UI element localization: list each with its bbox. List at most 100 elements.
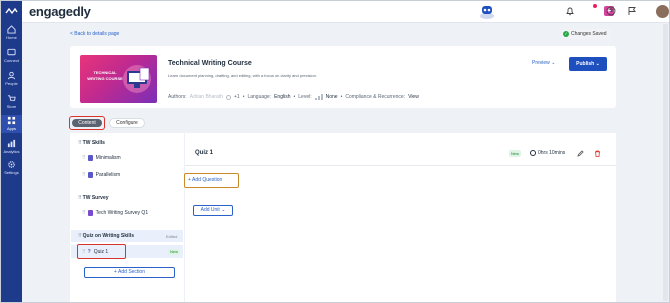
side-nav: Home Connect People Store Apps Analytics… bbox=[1, 1, 22, 302]
chevron-down-icon: ⌄ bbox=[551, 60, 556, 66]
quiz-icon: ? bbox=[87, 249, 91, 255]
preview-button[interactable]: Preview ⌄ bbox=[532, 60, 555, 66]
level-value: None bbox=[325, 94, 338, 100]
language-value: English bbox=[274, 94, 291, 100]
compliance-link[interactable]: View bbox=[408, 94, 419, 100]
editor-title: Quiz 1 bbox=[195, 150, 214, 156]
drag-handle-icon[interactable]: ⠿ bbox=[78, 233, 82, 239]
duration-value: 0hrs 10mins bbox=[538, 150, 566, 156]
section-title: TW Survey bbox=[82, 195, 109, 201]
save-status: ✓ Changes Saved bbox=[561, 29, 611, 39]
notification-badge bbox=[593, 4, 597, 8]
author-avatar bbox=[225, 94, 231, 100]
add-question-button[interactable]: + Add Question bbox=[188, 176, 222, 185]
back-link[interactable]: < Back to details page bbox=[70, 31, 119, 37]
drag-handle-icon[interactable]: ⠿ bbox=[82, 155, 86, 161]
apps-grid-icon bbox=[7, 116, 16, 125]
home-icon bbox=[7, 25, 16, 34]
scrollbar[interactable] bbox=[663, 24, 668, 301]
chevron-down-icon: ⌄ bbox=[221, 207, 226, 213]
drag-handle-icon[interactable]: ⠿ bbox=[82, 210, 86, 216]
course-title: Technical Writing Course bbox=[168, 60, 252, 67]
level-label: Level: bbox=[298, 94, 312, 100]
new-badge: New bbox=[509, 150, 522, 157]
nav-item-home[interactable]: Home bbox=[1, 25, 22, 41]
course-description: Learn document planning, drafting, and e… bbox=[168, 73, 317, 78]
nav-item-settings[interactable]: Settings bbox=[1, 160, 22, 176]
nav-label-connect: Connect bbox=[4, 58, 19, 63]
nav-item-analytics[interactable]: Analytics bbox=[1, 139, 22, 155]
add-unit-button[interactable]: Add Unit ⌄ bbox=[193, 205, 233, 216]
edit-icon[interactable] bbox=[577, 150, 584, 157]
outline-item[interactable]: ⠿ Minimalism bbox=[82, 155, 121, 161]
survey-icon bbox=[87, 210, 93, 216]
meta-separator: • bbox=[340, 94, 343, 100]
editor-panel bbox=[185, 133, 616, 302]
nav-label-apps: Apps bbox=[6, 126, 17, 131]
nav-label-store: Store bbox=[6, 104, 17, 109]
user-avatar[interactable] bbox=[656, 5, 669, 18]
assistant-bot-icon[interactable] bbox=[479, 4, 495, 20]
nav-label-people: People bbox=[5, 81, 18, 86]
meta-separator: • bbox=[293, 94, 296, 100]
clock-icon bbox=[530, 150, 536, 156]
course-thumbnail: TECHNICAL WRITING COURSE bbox=[80, 55, 157, 103]
add-section-button[interactable]: + Add Section bbox=[84, 267, 175, 278]
new-badge: New bbox=[168, 249, 181, 255]
people-icon bbox=[7, 71, 16, 80]
author-extra[interactable]: +1 bbox=[234, 94, 240, 100]
monitor-illustration-icon bbox=[123, 65, 151, 93]
drag-handle-icon[interactable]: ⠿ bbox=[78, 195, 82, 201]
bell-icon[interactable] bbox=[565, 6, 575, 16]
compliance-label: Compliance & Recurrence: bbox=[345, 94, 406, 100]
gear-icon bbox=[8, 161, 15, 168]
document-icon bbox=[87, 155, 93, 161]
meta-separator: • bbox=[242, 94, 245, 100]
nav-item-apps[interactable]: Apps bbox=[1, 115, 22, 133]
top-bar: engagedly + bbox=[22, 1, 669, 23]
nav-item-connect[interactable]: Connect bbox=[1, 48, 22, 64]
document-icon bbox=[87, 172, 93, 178]
section-title: Quiz on Writing Skills bbox=[82, 233, 134, 239]
flag-icon[interactable] bbox=[627, 6, 637, 16]
outline-section[interactable]: ⠿ Quiz on Writing Skills bbox=[78, 233, 134, 239]
nav-label-settings: Settings bbox=[4, 170, 19, 175]
cart-icon bbox=[7, 95, 16, 101]
section-status: Edited bbox=[166, 234, 178, 239]
outline-section[interactable]: ⠿ TW Skills bbox=[78, 140, 105, 146]
drag-handle-icon[interactable]: ⠿ bbox=[82, 249, 86, 255]
outline-item[interactable]: ⠿ Tech Writing Survey Q1 bbox=[82, 210, 148, 216]
nav-item-store[interactable]: Store bbox=[1, 94, 22, 110]
item-title: Quiz 1 bbox=[93, 249, 109, 255]
level-bars-icon bbox=[314, 94, 323, 100]
nav-item-people[interactable]: People bbox=[1, 71, 22, 87]
preview-label: Preview bbox=[532, 60, 550, 66]
drag-handle-icon[interactable]: ⠿ bbox=[78, 140, 82, 146]
publish-label: Publish bbox=[576, 61, 595, 67]
analytics-icon bbox=[7, 139, 16, 148]
nav-label-analytics: Analytics bbox=[3, 149, 20, 154]
chevron-down-icon: ⌄ bbox=[595, 61, 600, 67]
drag-handle-icon[interactable]: ⠿ bbox=[82, 172, 86, 178]
help-icon[interactable] bbox=[606, 6, 616, 16]
trash-icon[interactable] bbox=[594, 150, 601, 157]
nav-label-home: Home bbox=[6, 35, 17, 40]
app-menu-icon[interactable] bbox=[5, 7, 18, 15]
duration: 0hrs 10mins bbox=[530, 150, 565, 156]
tab-configure[interactable]: Configure bbox=[109, 118, 145, 128]
thumbnail-text: TECHNICAL WRITING COURSE bbox=[87, 70, 123, 81]
divider bbox=[185, 165, 616, 166]
brand-logo[interactable]: engagedly bbox=[29, 4, 91, 19]
author-name: Adrian Bharath bbox=[189, 94, 223, 100]
tab-content[interactable]: Content bbox=[72, 119, 102, 127]
chat-icon bbox=[7, 48, 16, 56]
course-meta: Authors: Adrian Bharath +1 • Language: E… bbox=[168, 94, 419, 100]
outline-section[interactable]: ⠿ TW Survey bbox=[78, 195, 109, 201]
add-unit-label: Add Unit bbox=[200, 207, 220, 213]
item-title: Tech Writing Survey Q1 bbox=[95, 210, 149, 216]
publish-button[interactable]: Publish ⌄ bbox=[569, 57, 607, 71]
outline-item[interactable]: ⠿ Parallelism bbox=[82, 172, 120, 178]
save-status-label: Changes Saved bbox=[571, 31, 607, 37]
language-label: Language: bbox=[247, 94, 272, 100]
outline-item-selected[interactable]: ⠿ ? Quiz 1 bbox=[82, 249, 108, 255]
